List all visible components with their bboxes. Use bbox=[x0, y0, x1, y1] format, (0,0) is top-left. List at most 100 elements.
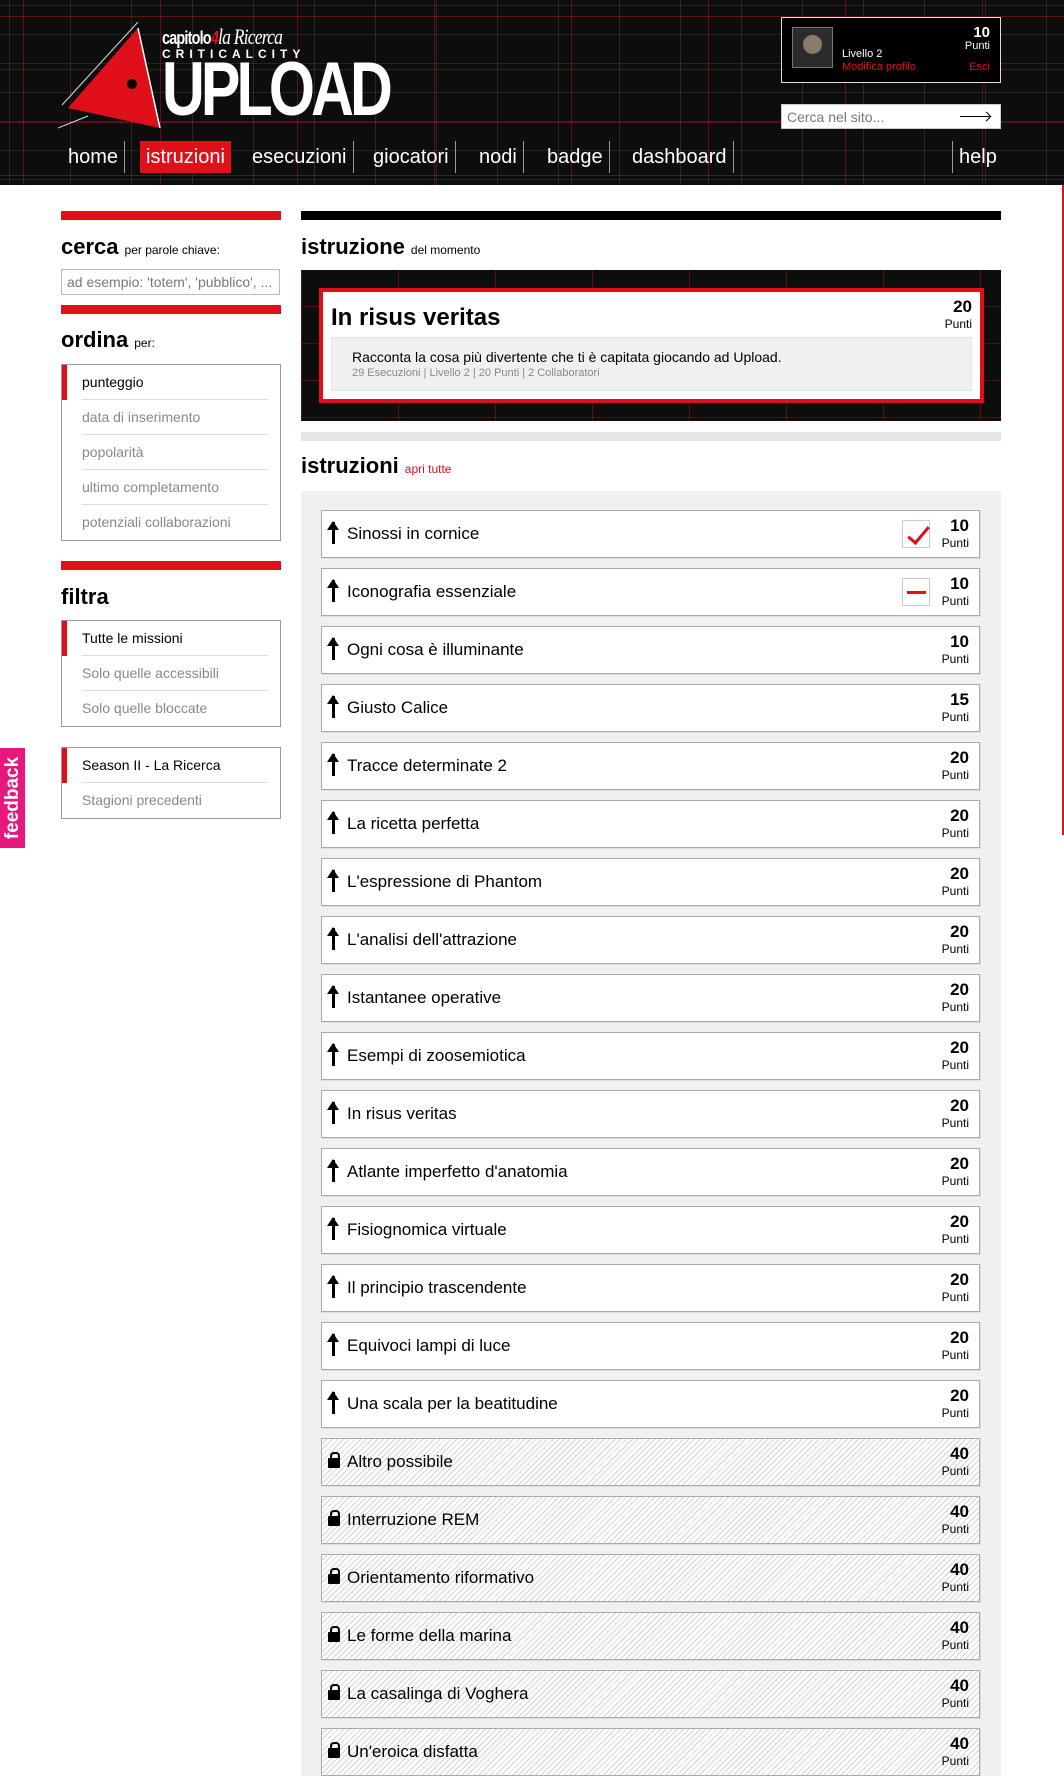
logout-link[interactable]: Esci bbox=[969, 61, 990, 73]
item-points: 40 Punti bbox=[941, 1502, 969, 1536]
search-title: cerca per parole chiave: bbox=[61, 234, 220, 259]
item-title: Tracce determinate 2 bbox=[347, 756, 507, 775]
item-points: 20 Punti bbox=[941, 806, 969, 840]
featured-panel: In risus veritas 20 Punti Racconta la co… bbox=[301, 270, 1001, 421]
filter-option[interactable]: Tutte le missioni bbox=[62, 621, 268, 656]
list-item[interactable]: Ogni cosa è illuminante 10 Punti bbox=[321, 626, 980, 674]
featured-instruction[interactable]: In risus veritas 20 Punti Racconta la co… bbox=[319, 288, 984, 403]
season-option[interactable]: Season II - La Ricerca bbox=[62, 748, 268, 783]
keyword-search-input[interactable] bbox=[61, 269, 280, 295]
section-divider bbox=[61, 305, 281, 314]
nav-badge[interactable]: badge bbox=[541, 141, 610, 173]
item-title: Iconografia essenziale bbox=[347, 582, 517, 601]
filter-options: Tutte le missioni Solo quelle accessibil… bbox=[61, 620, 281, 727]
list-item[interactable]: Il principio trascendente 20 Punti bbox=[321, 1264, 980, 1312]
lock-icon bbox=[327, 1508, 341, 1530]
section-divider bbox=[61, 561, 281, 570]
sort-option[interactable]: punteggio bbox=[62, 365, 268, 400]
list-item[interactable]: Giusto Calice 15 Punti bbox=[321, 684, 980, 732]
featured-description: Racconta la cosa più divertente che ti è… bbox=[331, 337, 972, 391]
list-item[interactable]: L'espressione di Phantom 20 Punti bbox=[321, 858, 980, 906]
nav-dashboard[interactable]: dashboard bbox=[626, 141, 734, 173]
list-item[interactable]: Fisiognomica virtuale 20 Punti bbox=[321, 1206, 980, 1254]
arrow-up-icon bbox=[327, 985, 341, 1008]
lock-icon bbox=[327, 1682, 341, 1704]
arrow-up-icon bbox=[327, 1217, 341, 1240]
list-item[interactable]: In risus veritas 20 Punti bbox=[321, 1090, 980, 1138]
avatar[interactable] bbox=[792, 27, 833, 68]
nav-nodi[interactable]: nodi bbox=[473, 141, 524, 173]
lock-icon bbox=[327, 1566, 341, 1588]
nav-istruzioni[interactable]: istruzioni bbox=[140, 141, 231, 173]
featured-section-title: istruzione del momento bbox=[301, 234, 481, 259]
instruction-list: Sinossi in cornice 10 Punti Iconografia ess… bbox=[301, 491, 1001, 1776]
site-search-input[interactable] bbox=[782, 105, 952, 128]
sort-option[interactable]: data di inserimento bbox=[82, 400, 268, 435]
item-points: 20 Punti bbox=[941, 980, 969, 1014]
logo-wordmark: UPLOAD bbox=[162, 47, 393, 132]
item-points: 15 Punti bbox=[941, 690, 969, 724]
item-title: Istantanee operative bbox=[347, 988, 502, 1007]
list-item[interactable]: Istantanee operative 20 Punti bbox=[321, 974, 980, 1022]
list-item[interactable]: Equivoci lampi di luce 20 Punti bbox=[321, 1322, 980, 1370]
arrow-up-icon bbox=[327, 637, 341, 660]
item-title: In risus veritas bbox=[347, 1104, 457, 1123]
item-points: 40 Punti bbox=[941, 1618, 969, 1652]
arrow-up-icon bbox=[327, 1101, 341, 1124]
nav-giocatori[interactable]: giocatori bbox=[367, 141, 456, 173]
arrow-up-icon bbox=[327, 579, 341, 602]
upload-logo[interactable]: capitolo4la Ricerca CRITICALCITY UPLOAD bbox=[58, 10, 393, 135]
item-points: 20 Punti bbox=[941, 748, 969, 782]
feedback-tab[interactable]: feedback bbox=[0, 748, 25, 848]
filter-option[interactable]: Solo quelle bloccate bbox=[82, 691, 268, 726]
list-item[interactable]: Tracce determinate 2 20 Punti bbox=[321, 742, 980, 790]
item-title: Orientamento riformativo bbox=[347, 1568, 535, 1587]
item-title: Sinossi in cornice bbox=[347, 524, 480, 543]
nav-help[interactable]: help bbox=[952, 141, 1003, 173]
sort-option[interactable]: potenziali collaborazioni bbox=[82, 505, 268, 540]
list-item[interactable]: Le forme della marina 40 Punti bbox=[321, 1612, 980, 1660]
list-item[interactable]: Una scala per la beatitudine 20 Punti bbox=[321, 1380, 980, 1428]
item-points: 20 Punti bbox=[941, 1096, 969, 1130]
item-title: Ogni cosa è illuminante bbox=[347, 640, 524, 659]
arrow-up-icon bbox=[327, 927, 341, 950]
item-title: La ricetta perfetta bbox=[347, 814, 480, 833]
item-points: 40 Punti bbox=[941, 1560, 969, 1594]
item-points: 20 Punti bbox=[941, 1154, 969, 1188]
list-item[interactable]: Interruzione REM 40 Punti bbox=[321, 1496, 980, 1544]
sort-option[interactable]: ultimo completamento bbox=[82, 470, 268, 505]
featured-points: 20 Punti bbox=[944, 297, 972, 331]
nav-esecuzioni[interactable]: esecuzioni bbox=[246, 141, 354, 173]
item-title: Una scala per la beatitudine bbox=[347, 1394, 558, 1413]
arrow-right-icon[interactable] bbox=[960, 116, 990, 117]
item-points: 20 Punti bbox=[941, 864, 969, 898]
edit-profile-link[interactable]: Modifica profilo bbox=[842, 61, 916, 73]
item-points: 20 Punti bbox=[941, 1212, 969, 1246]
open-all-link[interactable]: apri tutte bbox=[405, 462, 452, 476]
dash-icon bbox=[902, 578, 930, 606]
item-title: Il principio trascendente bbox=[347, 1278, 527, 1297]
item-points: 10 Punti bbox=[941, 574, 969, 608]
season-option[interactable]: Stagioni precedenti bbox=[82, 783, 268, 818]
check-icon bbox=[902, 520, 930, 548]
item-title: Fisiognomica virtuale bbox=[347, 1220, 507, 1239]
item-points: 10 Punti bbox=[941, 516, 969, 550]
item-title: Giusto Calice bbox=[347, 698, 449, 717]
list-item[interactable]: Altro possibile 40 Punti bbox=[321, 1438, 980, 1486]
list-item[interactable]: Orientamento riformativo 40 Punti bbox=[321, 1554, 980, 1602]
arrow-up-icon bbox=[327, 1275, 341, 1298]
list-item[interactable]: Iconografia essenziale 10 Punti bbox=[321, 568, 980, 616]
list-item[interactable]: Un'eroica disfatta 40 Punti bbox=[321, 1728, 980, 1776]
list-item[interactable]: La ricetta perfetta 20 Punti bbox=[321, 800, 980, 848]
sort-option[interactable]: popolarità bbox=[82, 435, 268, 470]
lock-icon bbox=[327, 1450, 341, 1472]
list-item[interactable]: Sinossi in cornice 10 Punti bbox=[321, 510, 980, 558]
arrow-up-icon bbox=[327, 1333, 341, 1356]
list-item[interactable]: Esempi di zoosemiotica 20 Punti bbox=[321, 1032, 980, 1080]
filter-option[interactable]: Solo quelle accessibili bbox=[82, 656, 268, 691]
list-item[interactable]: Atlante imperfetto d'anatomia 20 Punti bbox=[321, 1148, 980, 1196]
nav-home[interactable]: home bbox=[62, 141, 126, 173]
list-item[interactable]: La casalinga di Voghera 40 Punti bbox=[321, 1670, 980, 1718]
section-divider bbox=[301, 211, 1001, 220]
list-item[interactable]: L'analisi dell'attrazione 20 Punti bbox=[321, 916, 980, 964]
